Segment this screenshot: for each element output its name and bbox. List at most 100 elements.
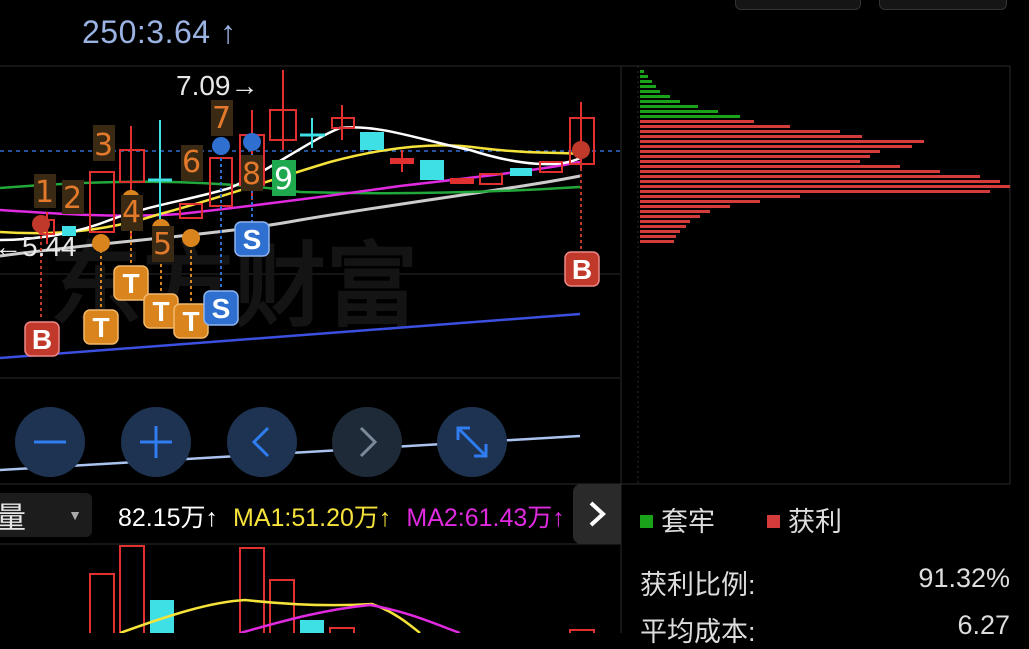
t-badge: T (173, 303, 209, 339)
candle (450, 178, 474, 184)
chip-bar (640, 115, 740, 118)
stat-profit-ratio: 获利比例: 91.32% (640, 563, 1010, 600)
minus-icon (34, 440, 66, 444)
signal-dot (182, 229, 200, 247)
svg-text:T: T (122, 268, 139, 299)
svg-text:S: S (243, 224, 262, 255)
nine-turn-4: 4 (122, 195, 141, 230)
volume-bar (329, 627, 355, 633)
signal-dot (92, 234, 110, 252)
chip-bar (640, 210, 710, 213)
volume-bar (119, 545, 145, 633)
nine-turn-7: 7 (212, 101, 231, 136)
scroll-left-button[interactable] (227, 407, 297, 477)
svg-text:T: T (92, 312, 109, 343)
volume-bars (89, 545, 595, 633)
legend-item-profit: 获利 (767, 500, 842, 539)
chip-bar (640, 140, 924, 143)
legend-swatch (640, 515, 653, 529)
candle (510, 168, 532, 176)
nine-turn-5: 5 (153, 227, 172, 262)
plus-icon (140, 426, 172, 458)
chip-bar (640, 180, 1000, 183)
price-low-label: ←5.44 (0, 231, 77, 262)
chip-bar (640, 135, 862, 138)
buy-badge: B (564, 251, 600, 287)
chip-bar (640, 130, 840, 133)
expand-arrows-icon (456, 426, 488, 458)
chip-bar (640, 235, 676, 238)
chip-bar (640, 150, 880, 153)
zoom-in-button[interactable] (121, 407, 191, 477)
signal-dot (572, 141, 590, 159)
chip-bar (640, 125, 790, 128)
svg-text:T: T (152, 296, 169, 327)
signal-dot (212, 137, 230, 155)
chip-bar (640, 75, 648, 78)
t-badge: T (83, 309, 119, 345)
chevron-right-icon (359, 426, 378, 458)
sell-badge: S (203, 290, 239, 326)
nine-turn-2: 2 (63, 181, 82, 216)
chevron-right-icon (589, 501, 606, 527)
price-high-label: 7.09→ (176, 70, 259, 101)
chip-bar (640, 195, 800, 198)
chip-bar (640, 85, 656, 88)
chip-distribution (640, 70, 1010, 243)
chip-bar (640, 80, 652, 83)
chip-bar (640, 95, 670, 98)
volume-legend: 82.15万↑ MA1:51.20万↑ MA2:61.43万↑ (118, 498, 565, 534)
chip-bar (640, 155, 870, 158)
chip-bar (640, 175, 980, 178)
chip-bar (640, 185, 1010, 188)
volume-ma2: MA2:61.43万↑ (406, 504, 565, 532)
indicator-dropdown[interactable]: 量 ▼ (0, 493, 92, 537)
expand-panel-button[interactable] (573, 484, 621, 544)
chip-bar (640, 230, 680, 233)
nine-turn-1: 1 (35, 175, 54, 210)
chip-bar (640, 120, 754, 123)
legend-item-trapped: 套牢 (640, 500, 715, 539)
svg-text:B: B (572, 254, 592, 285)
volume-ma1: MA1:51.20万↑ (233, 504, 392, 532)
nine-turn-9: 9 (274, 162, 293, 197)
buy-badge: B (24, 321, 60, 357)
stat-average-cost: 平均成本: 6.27 (640, 610, 1010, 647)
caret-down-icon: ▼ (68, 507, 82, 523)
chip-bar (640, 215, 700, 218)
chip-bar (640, 110, 718, 113)
volume-bar (300, 620, 324, 633)
chip-legend: 套牢 获利 (640, 500, 842, 539)
kline-chart[interactable]: 东方财富 1 2 3 4 5 6 7 8 9 7.09→ ←5.44 B T T… (0, 0, 1029, 633)
chip-bar (640, 190, 990, 193)
legend-swatch (767, 515, 780, 529)
chip-bar (640, 220, 690, 223)
chip-bar (640, 70, 644, 73)
chip-bar (640, 205, 730, 208)
fullscreen-button[interactable] (437, 407, 507, 477)
chip-bar (640, 160, 860, 163)
chip-bar (640, 145, 912, 148)
volume-bar (89, 573, 115, 633)
volume-value: 82.15万↑ (118, 504, 219, 532)
t-badge: T (113, 265, 149, 301)
nine-turn-6: 6 (182, 145, 201, 180)
sell-badge: S (234, 221, 270, 257)
chip-bar (640, 165, 900, 168)
svg-text:B: B (32, 324, 52, 355)
candle (420, 160, 444, 180)
candle (390, 158, 414, 164)
zoom-out-button[interactable] (15, 407, 85, 477)
t-badge: T (143, 293, 179, 329)
chip-bar (640, 200, 760, 203)
nine-turn-3: 3 (94, 128, 113, 163)
chip-bar (640, 170, 940, 173)
volume-bar (239, 547, 265, 633)
chip-bar (640, 105, 698, 108)
svg-text:T: T (182, 306, 199, 337)
scroll-right-button[interactable] (332, 407, 402, 477)
candle (360, 132, 384, 150)
chip-bar (640, 90, 660, 93)
chevron-left-icon (251, 426, 270, 458)
signal-dot (243, 133, 261, 151)
